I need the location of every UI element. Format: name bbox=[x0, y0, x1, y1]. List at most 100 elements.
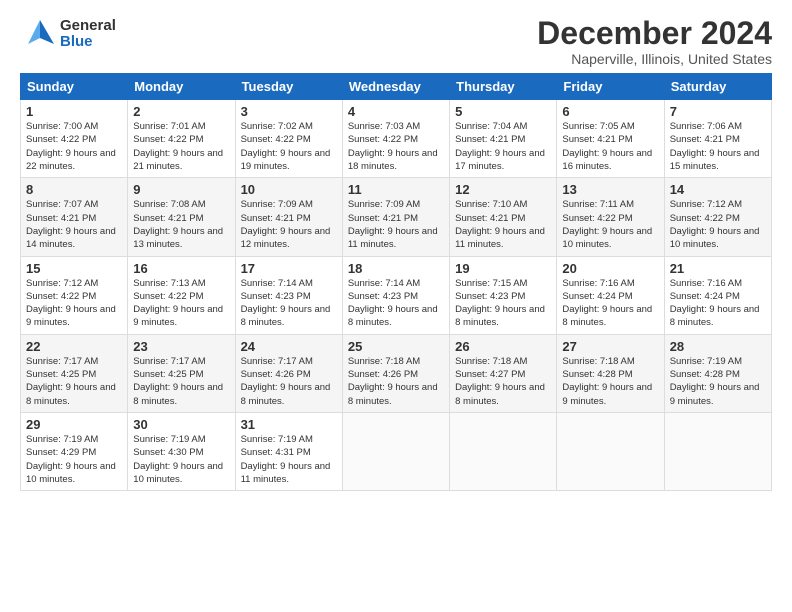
day-number: 15 bbox=[26, 261, 122, 276]
day-info: Sunrise: 7:12 AMSunset: 4:22 PMDaylight:… bbox=[26, 278, 116, 329]
calendar-cell: 7 Sunrise: 7:06 AMSunset: 4:21 PMDayligh… bbox=[664, 100, 771, 178]
header: General Blue December 2024 Naperville, I… bbox=[20, 16, 772, 67]
day-info: Sunrise: 7:17 AMSunset: 4:25 PMDaylight:… bbox=[133, 356, 223, 407]
day-info: Sunrise: 7:00 AMSunset: 4:22 PMDaylight:… bbox=[26, 121, 116, 172]
week-row-2: 8 Sunrise: 7:07 AMSunset: 4:21 PMDayligh… bbox=[21, 178, 772, 256]
col-wednesday: Wednesday bbox=[342, 74, 449, 100]
calendar-cell: 25 Sunrise: 7:18 AMSunset: 4:26 PMDaylig… bbox=[342, 334, 449, 412]
calendar-cell: 17 Sunrise: 7:14 AMSunset: 4:23 PMDaylig… bbox=[235, 256, 342, 334]
week-row-3: 15 Sunrise: 7:12 AMSunset: 4:22 PMDaylig… bbox=[21, 256, 772, 334]
calendar-cell: 6 Sunrise: 7:05 AMSunset: 4:21 PMDayligh… bbox=[557, 100, 664, 178]
col-thursday: Thursday bbox=[450, 74, 557, 100]
calendar-cell: 28 Sunrise: 7:19 AMSunset: 4:28 PMDaylig… bbox=[664, 334, 771, 412]
day-number: 23 bbox=[133, 339, 229, 354]
page: General Blue December 2024 Naperville, I… bbox=[0, 0, 792, 612]
day-info: Sunrise: 7:18 AMSunset: 4:28 PMDaylight:… bbox=[562, 356, 652, 407]
day-info: Sunrise: 7:15 AMSunset: 4:23 PMDaylight:… bbox=[455, 278, 545, 329]
day-number: 4 bbox=[348, 104, 444, 119]
calendar-cell: 2 Sunrise: 7:01 AMSunset: 4:22 PMDayligh… bbox=[128, 100, 235, 178]
day-number: 11 bbox=[348, 182, 444, 197]
calendar-cell: 8 Sunrise: 7:07 AMSunset: 4:21 PMDayligh… bbox=[21, 178, 128, 256]
day-info: Sunrise: 7:02 AMSunset: 4:22 PMDaylight:… bbox=[241, 121, 331, 172]
day-info: Sunrise: 7:01 AMSunset: 4:22 PMDaylight:… bbox=[133, 121, 223, 172]
calendar-cell: 30 Sunrise: 7:19 AMSunset: 4:30 PMDaylig… bbox=[128, 412, 235, 490]
logo-text: General Blue bbox=[60, 18, 116, 51]
day-number: 18 bbox=[348, 261, 444, 276]
day-info: Sunrise: 7:09 AMSunset: 4:21 PMDaylight:… bbox=[348, 199, 438, 250]
day-info: Sunrise: 7:19 AMSunset: 4:28 PMDaylight:… bbox=[670, 356, 760, 407]
day-number: 10 bbox=[241, 182, 337, 197]
calendar-cell bbox=[342, 412, 449, 490]
day-number: 5 bbox=[455, 104, 551, 119]
logo-icon bbox=[20, 16, 56, 52]
calendar-cell: 19 Sunrise: 7:15 AMSunset: 4:23 PMDaylig… bbox=[450, 256, 557, 334]
day-info: Sunrise: 7:11 AMSunset: 4:22 PMDaylight:… bbox=[562, 199, 652, 250]
day-number: 17 bbox=[241, 261, 337, 276]
day-info: Sunrise: 7:14 AMSunset: 4:23 PMDaylight:… bbox=[241, 278, 331, 329]
day-number: 9 bbox=[133, 182, 229, 197]
day-number: 14 bbox=[670, 182, 766, 197]
day-info: Sunrise: 7:12 AMSunset: 4:22 PMDaylight:… bbox=[670, 199, 760, 250]
calendar-cell: 5 Sunrise: 7:04 AMSunset: 4:21 PMDayligh… bbox=[450, 100, 557, 178]
page-title: December 2024 bbox=[537, 16, 772, 51]
calendar-cell: 21 Sunrise: 7:16 AMSunset: 4:24 PMDaylig… bbox=[664, 256, 771, 334]
week-row-5: 29 Sunrise: 7:19 AMSunset: 4:29 PMDaylig… bbox=[21, 412, 772, 490]
day-number: 20 bbox=[562, 261, 658, 276]
calendar-cell: 29 Sunrise: 7:19 AMSunset: 4:29 PMDaylig… bbox=[21, 412, 128, 490]
day-number: 8 bbox=[26, 182, 122, 197]
week-row-1: 1 Sunrise: 7:00 AMSunset: 4:22 PMDayligh… bbox=[21, 100, 772, 178]
calendar-cell: 16 Sunrise: 7:13 AMSunset: 4:22 PMDaylig… bbox=[128, 256, 235, 334]
col-tuesday: Tuesday bbox=[235, 74, 342, 100]
calendar-cell: 11 Sunrise: 7:09 AMSunset: 4:21 PMDaylig… bbox=[342, 178, 449, 256]
day-info: Sunrise: 7:18 AMSunset: 4:26 PMDaylight:… bbox=[348, 356, 438, 407]
calendar-cell: 27 Sunrise: 7:18 AMSunset: 4:28 PMDaylig… bbox=[557, 334, 664, 412]
day-number: 1 bbox=[26, 104, 122, 119]
day-info: Sunrise: 7:16 AMSunset: 4:24 PMDaylight:… bbox=[670, 278, 760, 329]
day-info: Sunrise: 7:17 AMSunset: 4:26 PMDaylight:… bbox=[241, 356, 331, 407]
day-info: Sunrise: 7:17 AMSunset: 4:25 PMDaylight:… bbox=[26, 356, 116, 407]
day-info: Sunrise: 7:04 AMSunset: 4:21 PMDaylight:… bbox=[455, 121, 545, 172]
calendar-cell: 18 Sunrise: 7:14 AMSunset: 4:23 PMDaylig… bbox=[342, 256, 449, 334]
calendar-cell: 13 Sunrise: 7:11 AMSunset: 4:22 PMDaylig… bbox=[557, 178, 664, 256]
day-number: 22 bbox=[26, 339, 122, 354]
calendar-cell: 31 Sunrise: 7:19 AMSunset: 4:31 PMDaylig… bbox=[235, 412, 342, 490]
day-info: Sunrise: 7:16 AMSunset: 4:24 PMDaylight:… bbox=[562, 278, 652, 329]
calendar-cell bbox=[557, 412, 664, 490]
day-number: 2 bbox=[133, 104, 229, 119]
days-of-week-row: Sunday Monday Tuesday Wednesday Thursday… bbox=[21, 74, 772, 100]
day-info: Sunrise: 7:06 AMSunset: 4:21 PMDaylight:… bbox=[670, 121, 760, 172]
calendar-cell: 14 Sunrise: 7:12 AMSunset: 4:22 PMDaylig… bbox=[664, 178, 771, 256]
day-number: 12 bbox=[455, 182, 551, 197]
day-info: Sunrise: 7:19 AMSunset: 4:29 PMDaylight:… bbox=[26, 434, 116, 485]
calendar-cell bbox=[664, 412, 771, 490]
day-number: 27 bbox=[562, 339, 658, 354]
calendar-cell: 26 Sunrise: 7:18 AMSunset: 4:27 PMDaylig… bbox=[450, 334, 557, 412]
day-number: 6 bbox=[562, 104, 658, 119]
logo-blue-text: Blue bbox=[60, 34, 116, 51]
day-number: 31 bbox=[241, 417, 337, 432]
calendar-table: Sunday Monday Tuesday Wednesday Thursday… bbox=[20, 73, 772, 491]
day-number: 3 bbox=[241, 104, 337, 119]
day-info: Sunrise: 7:14 AMSunset: 4:23 PMDaylight:… bbox=[348, 278, 438, 329]
day-info: Sunrise: 7:07 AMSunset: 4:21 PMDaylight:… bbox=[26, 199, 116, 250]
day-info: Sunrise: 7:13 AMSunset: 4:22 PMDaylight:… bbox=[133, 278, 223, 329]
calendar-cell: 9 Sunrise: 7:08 AMSunset: 4:21 PMDayligh… bbox=[128, 178, 235, 256]
day-info: Sunrise: 7:10 AMSunset: 4:21 PMDaylight:… bbox=[455, 199, 545, 250]
calendar-cell: 4 Sunrise: 7:03 AMSunset: 4:22 PMDayligh… bbox=[342, 100, 449, 178]
day-number: 29 bbox=[26, 417, 122, 432]
day-number: 7 bbox=[670, 104, 766, 119]
day-info: Sunrise: 7:03 AMSunset: 4:22 PMDaylight:… bbox=[348, 121, 438, 172]
col-saturday: Saturday bbox=[664, 74, 771, 100]
day-number: 26 bbox=[455, 339, 551, 354]
calendar-cell: 12 Sunrise: 7:10 AMSunset: 4:21 PMDaylig… bbox=[450, 178, 557, 256]
calendar-cell: 24 Sunrise: 7:17 AMSunset: 4:26 PMDaylig… bbox=[235, 334, 342, 412]
col-monday: Monday bbox=[128, 74, 235, 100]
day-info: Sunrise: 7:05 AMSunset: 4:21 PMDaylight:… bbox=[562, 121, 652, 172]
calendar-cell: 15 Sunrise: 7:12 AMSunset: 4:22 PMDaylig… bbox=[21, 256, 128, 334]
day-number: 25 bbox=[348, 339, 444, 354]
calendar-cell bbox=[450, 412, 557, 490]
day-number: 19 bbox=[455, 261, 551, 276]
day-number: 30 bbox=[133, 417, 229, 432]
day-info: Sunrise: 7:19 AMSunset: 4:30 PMDaylight:… bbox=[133, 434, 223, 485]
calendar-cell: 10 Sunrise: 7:09 AMSunset: 4:21 PMDaylig… bbox=[235, 178, 342, 256]
